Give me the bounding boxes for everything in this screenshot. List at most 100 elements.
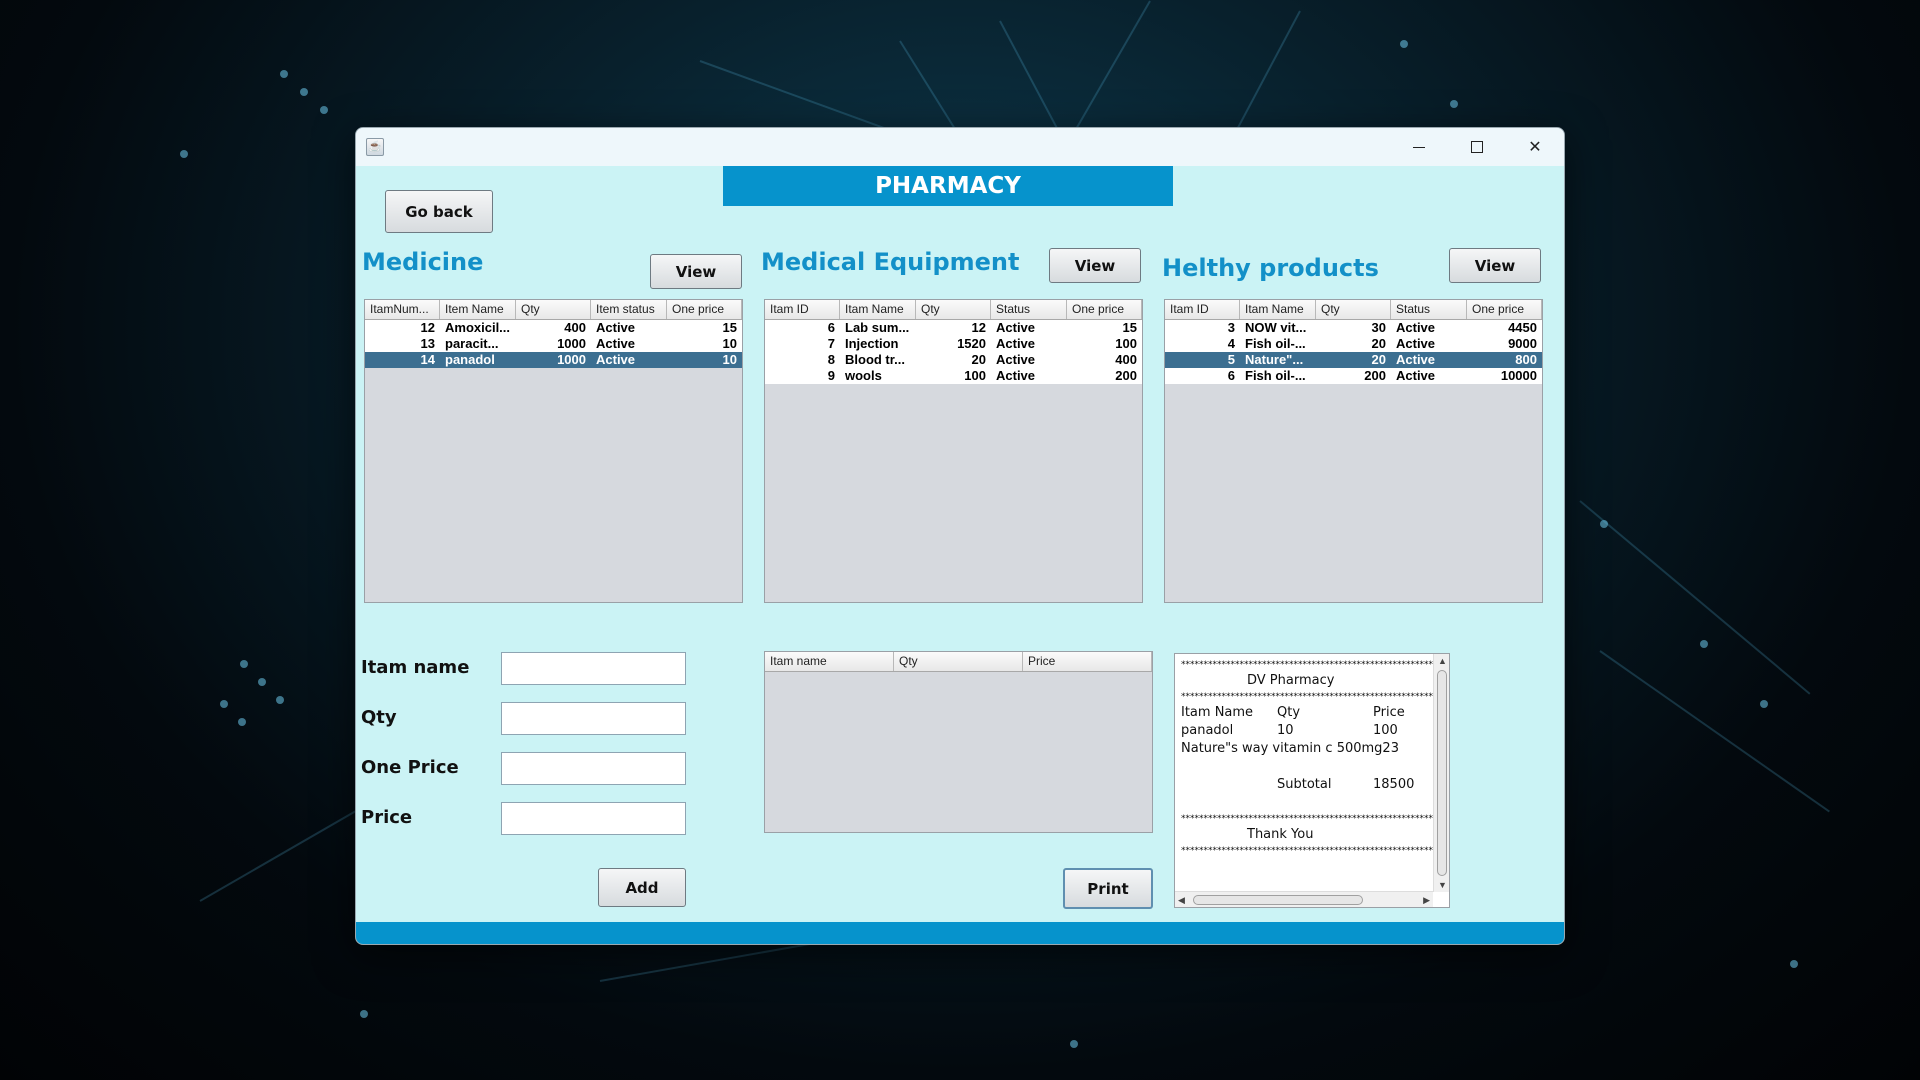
healthy-products-table[interactable]: Itam ID Itam Name Qty Status One price 3 NOW v… xyxy=(1164,299,1543,603)
table-row[interactable]: 7 Injection 1520 Active 100 xyxy=(765,336,1142,352)
column-header[interactable]: ItamNum... xyxy=(365,300,440,319)
column-header[interactable]: Qty xyxy=(1316,300,1391,319)
table-row[interactable]: 9 wools 100 Active 200 xyxy=(765,368,1142,384)
column-header[interactable]: One price xyxy=(1067,300,1142,319)
scroll-up-icon[interactable]: ▲ xyxy=(1438,656,1447,666)
column-header[interactable]: Item status xyxy=(591,300,667,319)
title-bar: ☕ ✕ xyxy=(356,128,1564,166)
column-header[interactable]: Itam ID xyxy=(765,300,840,319)
receipt-item-price: 100 xyxy=(1373,723,1398,738)
table-cell: 15 xyxy=(722,320,737,335)
vertical-scroll-thumb[interactable] xyxy=(1437,670,1447,876)
table-cell: NOW vit... xyxy=(1245,320,1307,335)
table-row[interactable]: 5 Nature"... 20 Active 800 xyxy=(1165,352,1542,368)
receipt-horizontal-scrollbar[interactable]: ◀ ▶ xyxy=(1175,891,1433,907)
scroll-right-icon[interactable]: ▶ xyxy=(1423,895,1430,906)
column-header[interactable]: One price xyxy=(1467,300,1542,319)
table-cell: 13 xyxy=(420,336,435,351)
table-row[interactable]: 8 Blood tr... 20 Active 400 xyxy=(765,352,1142,368)
qty-label: Qty xyxy=(361,707,397,728)
maximize-button[interactable] xyxy=(1448,128,1506,166)
receipt-divider: ****************************************… xyxy=(1181,846,1433,856)
table-cell: Active xyxy=(1396,352,1436,367)
table-cell: 20 xyxy=(971,352,986,367)
table-cell: 400 xyxy=(1115,352,1137,367)
column-header[interactable]: Status xyxy=(1391,300,1467,319)
view-medicine-button[interactable]: View xyxy=(650,254,742,289)
table-cell: 4450 xyxy=(1508,320,1537,335)
table-cell: Active xyxy=(596,352,636,367)
table-cell: Blood tr... xyxy=(845,352,905,367)
receipt-divider: ****************************************… xyxy=(1181,814,1433,824)
receipt-col-name: Itam Name xyxy=(1181,705,1254,720)
table-row[interactable]: 4 Fish oil-... 20 Active 9000 xyxy=(1165,336,1542,352)
bottom-accent-bar xyxy=(356,922,1564,944)
table-cell: Active xyxy=(996,320,1036,335)
receipt-subtotal-label: Subtotal xyxy=(1277,777,1332,792)
column-header[interactable]: Itam Name xyxy=(840,300,916,319)
java-cup-icon: ☕ xyxy=(366,138,384,156)
table-cell: Lab sum... xyxy=(845,320,910,335)
receipt-header-row: Itam Name Qty Price xyxy=(1181,704,1427,722)
table-cell: 20 xyxy=(1371,352,1386,367)
column-header[interactable]: Qty xyxy=(516,300,591,319)
view-equipment-button[interactable]: View xyxy=(1049,248,1141,283)
table-cell: 7 xyxy=(827,336,835,351)
table-cell: Amoxicil... xyxy=(445,320,511,335)
table-row[interactable]: 3 NOW vit... 30 Active 4450 xyxy=(1165,320,1542,336)
view-healthy-button[interactable]: View xyxy=(1449,248,1541,283)
price-label: Price xyxy=(361,807,413,828)
receipt-subtotal-row: Subtotal 18500 xyxy=(1181,776,1427,794)
table-header: Itam ID Itam Name Qty Status One price xyxy=(1165,300,1542,320)
table-row[interactable]: 14 panadol 1000 Active 10 xyxy=(365,352,742,368)
column-header[interactable]: Qty xyxy=(894,652,1023,671)
item-name-input[interactable] xyxy=(501,652,686,685)
table-row[interactable]: 6 Fish oil-... 200 Active 10000 xyxy=(1165,368,1542,384)
scroll-left-icon[interactable]: ◀ xyxy=(1178,895,1185,906)
scroll-down-icon[interactable]: ▼ xyxy=(1438,880,1447,890)
add-button[interactable]: Add xyxy=(598,868,686,907)
table-cell: Active xyxy=(1396,336,1436,351)
table-cell: 100 xyxy=(964,368,986,383)
column-header[interactable]: One price xyxy=(667,300,742,319)
price-input[interactable] xyxy=(501,802,686,835)
column-header[interactable]: Itam ID xyxy=(1165,300,1240,319)
receipt-text-area[interactable]: ****************************************… xyxy=(1174,653,1450,908)
table-cell: Fish oil-... xyxy=(1245,368,1306,383)
column-header[interactable]: Qty xyxy=(916,300,991,319)
medicine-table[interactable]: ItamNum... Item Name Qty Item status One pri… xyxy=(364,299,743,603)
column-header[interactable]: Item Name xyxy=(440,300,516,319)
qty-input[interactable] xyxy=(501,702,686,735)
cart-table[interactable]: Itam name Qty Price xyxy=(764,651,1153,833)
table-cell: 15 xyxy=(1122,320,1137,335)
table-header: Itam ID Itam Name Qty Status One price xyxy=(765,300,1142,320)
table-cell: Nature"... xyxy=(1245,352,1304,367)
go-back-button[interactable]: Go back xyxy=(385,190,493,233)
table-row[interactable]: 12 Amoxicil... 400 Active 15 xyxy=(365,320,742,336)
one-price-input[interactable] xyxy=(501,752,686,785)
medical-equipment-title: Medical Equipment xyxy=(761,248,1020,276)
medical-equipment-table[interactable]: Itam ID Itam Name Qty Status One price 6 Lab s… xyxy=(764,299,1143,603)
column-header[interactable]: Itam name xyxy=(765,652,894,671)
receipt-vertical-scrollbar[interactable]: ▲ ▼ xyxy=(1433,654,1449,892)
minimize-button[interactable] xyxy=(1390,128,1448,166)
close-button[interactable]: ✕ xyxy=(1506,128,1564,166)
table-cell: Active xyxy=(596,336,636,351)
healthy-products-title: Helthy products xyxy=(1162,254,1379,282)
table-cell: 6 xyxy=(1227,368,1235,383)
table-row[interactable]: 13 paracit... 1000 Active 10 xyxy=(365,336,742,352)
column-header[interactable]: Status xyxy=(991,300,1067,319)
receipt-store-name: DV Pharmacy xyxy=(1247,673,1335,688)
column-header[interactable]: Price xyxy=(1023,652,1152,671)
table-cell: 200 xyxy=(1364,368,1386,383)
table-cell: 1520 xyxy=(957,336,986,351)
table-cell: paracit... xyxy=(445,336,499,351)
table-row[interactable]: 6 Lab sum... 12 Active 15 xyxy=(765,320,1142,336)
receipt-line-item: panadol 10 100 xyxy=(1181,722,1427,740)
table-cell: Active xyxy=(1396,368,1436,383)
print-button[interactable]: Print xyxy=(1063,868,1153,909)
horizontal-scroll-thumb[interactable] xyxy=(1193,895,1363,905)
close-icon: ✕ xyxy=(1528,139,1542,156)
column-header[interactable]: Itam Name xyxy=(1240,300,1316,319)
receipt-line-item: Nature"s way vitamin c 500mg23 xyxy=(1181,741,1399,756)
